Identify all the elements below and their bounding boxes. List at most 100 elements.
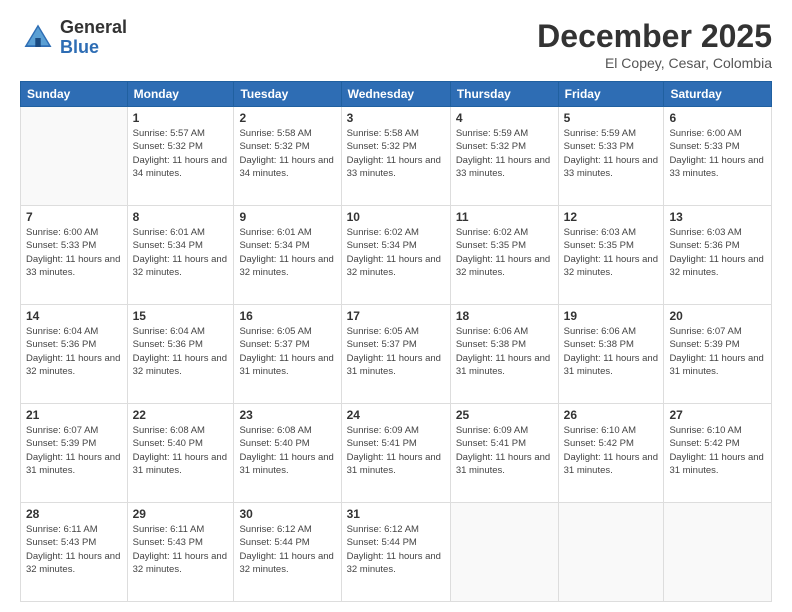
day-cell: 25Sunrise: 6:09 AMSunset: 5:41 PMDayligh…	[450, 404, 558, 503]
day-info: Sunrise: 6:02 AMSunset: 5:34 PMDaylight:…	[347, 226, 445, 279]
day-number: 31	[347, 507, 445, 521]
day-number: 18	[456, 309, 553, 323]
day-cell: 27Sunrise: 6:10 AMSunset: 5:42 PMDayligh…	[664, 404, 772, 503]
header: General Blue December 2025 El Copey, Ces…	[20, 18, 772, 71]
day-cell: 15 Sunrise: 6:04 AMSunset: 5:36 PMDayligh…	[127, 305, 234, 404]
day-cell	[450, 503, 558, 602]
day-info: Sunrise: 6:06 AMSunset: 5:38 PMDaylight:…	[564, 325, 659, 378]
day-number: 20	[669, 309, 766, 323]
title-block: December 2025 El Copey, Cesar, Colombia	[537, 18, 772, 71]
day-number: 15	[133, 309, 229, 323]
day-number: 24	[347, 408, 445, 422]
day-info: Sunrise: 5:59 AMSunset: 5:32 PMDaylight:…	[456, 127, 553, 180]
day-number: 2	[239, 111, 335, 125]
day-info: Sunrise: 6:03 AMSunset: 5:35 PMDaylight:…	[564, 226, 659, 279]
day-info: Sunrise: 6:07 AMSunset: 5:39 PMDaylight:…	[26, 424, 122, 477]
day-cell: 18 Sunrise: 6:06 AMSunset: 5:38 PMDayligh…	[450, 305, 558, 404]
day-info: Sunrise: 6:08 AMSunset: 5:40 PMDaylight:…	[239, 424, 335, 477]
day-info: Sunrise: 6:01 AMSunset: 5:34 PMDaylight:…	[239, 226, 335, 279]
day-cell	[558, 503, 664, 602]
day-number: 19	[564, 309, 659, 323]
day-info: Sunrise: 6:11 AMSunset: 5:43 PMDaylight:…	[133, 523, 229, 576]
day-cell: 20Sunrise: 6:07 AMSunset: 5:39 PMDayligh…	[664, 305, 772, 404]
day-cell: 31Sunrise: 6:12 AMSunset: 5:44 PMDayligh…	[341, 503, 450, 602]
day-number: 1	[133, 111, 229, 125]
day-cell: 8Sunrise: 6:01 AMSunset: 5:34 PMDaylight…	[127, 206, 234, 305]
day-number: 16	[239, 309, 335, 323]
logo-icon	[20, 20, 56, 56]
day-cell: 7 Sunrise: 6:00 AMSunset: 5:33 PMDaylight…	[21, 206, 128, 305]
day-info: Sunrise: 6:10 AMSunset: 5:42 PMDaylight:…	[669, 424, 766, 477]
week-row-1: 1 Sunrise: 5:57 AMSunset: 5:32 PMDaylight…	[21, 107, 772, 206]
day-number: 17	[347, 309, 445, 323]
day-cell: 19 Sunrise: 6:06 AMSunset: 5:38 PMDayligh…	[558, 305, 664, 404]
day-number: 10	[347, 210, 445, 224]
day-cell: 11Sunrise: 6:02 AMSunset: 5:35 PMDayligh…	[450, 206, 558, 305]
day-info: Sunrise: 6:11 AMSunset: 5:43 PMDaylight:…	[26, 523, 122, 576]
day-number: 11	[456, 210, 553, 224]
logo-general-text: General	[60, 18, 127, 38]
day-number: 13	[669, 210, 766, 224]
day-cell: 21Sunrise: 6:07 AMSunset: 5:39 PMDayligh…	[21, 404, 128, 503]
day-cell: 28 Sunrise: 6:11 AMSunset: 5:43 PMDayligh…	[21, 503, 128, 602]
day-info: Sunrise: 6:09 AMSunset: 5:41 PMDaylight:…	[347, 424, 445, 477]
day-cell: 14Sunrise: 6:04 AMSunset: 5:36 PMDayligh…	[21, 305, 128, 404]
location-subtitle: El Copey, Cesar, Colombia	[537, 55, 772, 71]
day-cell: 1 Sunrise: 5:57 AMSunset: 5:32 PMDaylight…	[127, 107, 234, 206]
day-cell: 30Sunrise: 6:12 AMSunset: 5:44 PMDayligh…	[234, 503, 341, 602]
day-number: 28	[26, 507, 122, 521]
day-cell: 29 Sunrise: 6:11 AMSunset: 5:43 PMDayligh…	[127, 503, 234, 602]
day-cell: 4Sunrise: 5:59 AMSunset: 5:32 PMDaylight…	[450, 107, 558, 206]
weekday-header-row: SundayMondayTuesdayWednesdayThursdayFrid…	[21, 82, 772, 107]
day-cell: 3Sunrise: 5:58 AMSunset: 5:32 PMDaylight…	[341, 107, 450, 206]
weekday-header-thursday: Thursday	[450, 82, 558, 107]
logo-blue-text: Blue	[60, 38, 127, 58]
day-cell: 23Sunrise: 6:08 AMSunset: 5:40 PMDayligh…	[234, 404, 341, 503]
logo-text: General Blue	[60, 18, 127, 58]
weekday-header-sunday: Sunday	[21, 82, 128, 107]
day-info: Sunrise: 5:59 AMSunset: 5:33 PMDaylight:…	[564, 127, 659, 180]
week-row-2: 7 Sunrise: 6:00 AMSunset: 5:33 PMDaylight…	[21, 206, 772, 305]
week-row-3: 14Sunrise: 6:04 AMSunset: 5:36 PMDayligh…	[21, 305, 772, 404]
day-info: Sunrise: 6:06 AMSunset: 5:38 PMDaylight:…	[456, 325, 553, 378]
day-info: Sunrise: 6:00 AMSunset: 5:33 PMDaylight:…	[26, 226, 122, 279]
day-info: Sunrise: 6:09 AMSunset: 5:41 PMDaylight:…	[456, 424, 553, 477]
day-cell: 12 Sunrise: 6:03 AMSunset: 5:35 PMDayligh…	[558, 206, 664, 305]
day-number: 5	[564, 111, 659, 125]
weekday-header-friday: Friday	[558, 82, 664, 107]
day-cell: 17 Sunrise: 6:05 AMSunset: 5:37 PMDayligh…	[341, 305, 450, 404]
day-cell	[21, 107, 128, 206]
day-info: Sunrise: 6:00 AMSunset: 5:33 PMDaylight:…	[669, 127, 766, 180]
day-info: Sunrise: 5:57 AMSunset: 5:32 PMDaylight:…	[133, 127, 229, 180]
day-info: Sunrise: 6:04 AMSunset: 5:36 PMDaylight:…	[26, 325, 122, 378]
day-number: 9	[239, 210, 335, 224]
day-cell: 22 Sunrise: 6:08 AMSunset: 5:40 PMDayligh…	[127, 404, 234, 503]
page: General Blue December 2025 El Copey, Ces…	[0, 0, 792, 612]
day-number: 12	[564, 210, 659, 224]
day-cell	[664, 503, 772, 602]
day-number: 7	[26, 210, 122, 224]
day-number: 8	[133, 210, 229, 224]
weekday-header-tuesday: Tuesday	[234, 82, 341, 107]
day-info: Sunrise: 6:10 AMSunset: 5:42 PMDaylight:…	[564, 424, 659, 477]
weekday-header-saturday: Saturday	[664, 82, 772, 107]
day-info: Sunrise: 6:05 AMSunset: 5:37 PMDaylight:…	[239, 325, 335, 378]
day-number: 30	[239, 507, 335, 521]
day-cell: 26 Sunrise: 6:10 AMSunset: 5:42 PMDayligh…	[558, 404, 664, 503]
logo: General Blue	[20, 18, 127, 58]
day-info: Sunrise: 6:08 AMSunset: 5:40 PMDaylight:…	[133, 424, 229, 477]
day-info: Sunrise: 5:58 AMSunset: 5:32 PMDaylight:…	[239, 127, 335, 180]
day-number: 29	[133, 507, 229, 521]
calendar: SundayMondayTuesdayWednesdayThursdayFrid…	[20, 81, 772, 602]
day-info: Sunrise: 6:04 AMSunset: 5:36 PMDaylight:…	[133, 325, 229, 378]
day-number: 6	[669, 111, 766, 125]
day-number: 22	[133, 408, 229, 422]
day-cell: 16 Sunrise: 6:05 AMSunset: 5:37 PMDayligh…	[234, 305, 341, 404]
day-number: 26	[564, 408, 659, 422]
week-row-5: 28 Sunrise: 6:11 AMSunset: 5:43 PMDayligh…	[21, 503, 772, 602]
week-row-4: 21Sunrise: 6:07 AMSunset: 5:39 PMDayligh…	[21, 404, 772, 503]
day-cell: 24 Sunrise: 6:09 AMSunset: 5:41 PMDayligh…	[341, 404, 450, 503]
day-info: Sunrise: 6:05 AMSunset: 5:37 PMDaylight:…	[347, 325, 445, 378]
day-cell: 2 Sunrise: 5:58 AMSunset: 5:32 PMDaylight…	[234, 107, 341, 206]
day-cell: 6 Sunrise: 6:00 AMSunset: 5:33 PMDaylight…	[664, 107, 772, 206]
